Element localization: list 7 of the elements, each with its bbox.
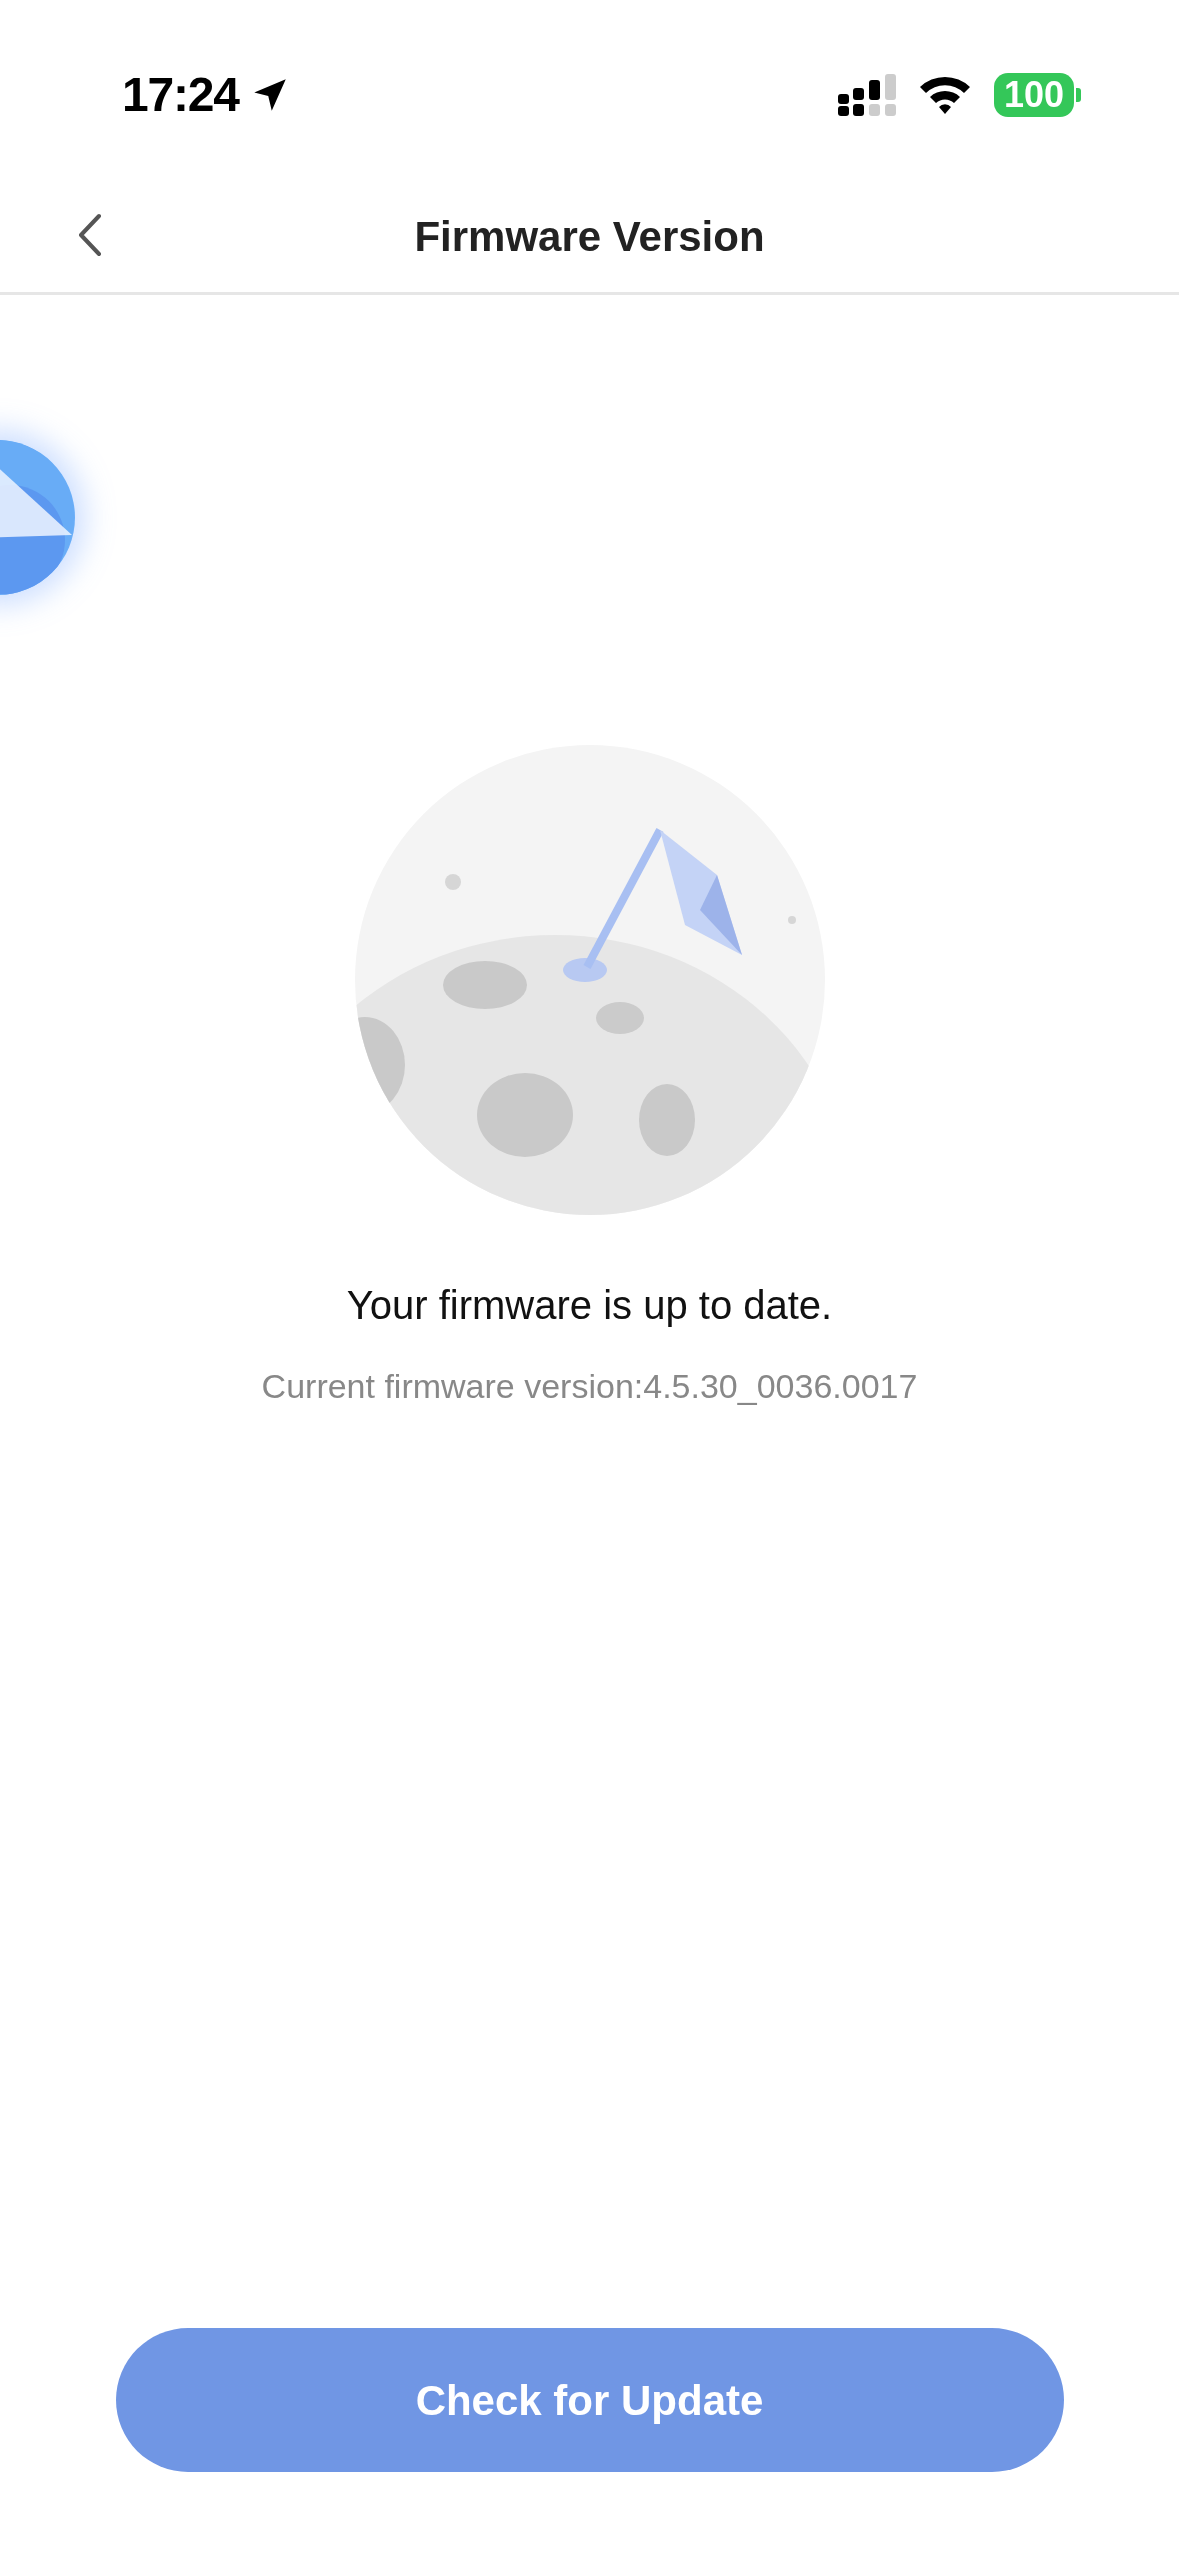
page-title: Firmware Version (414, 211, 765, 262)
check-update-button[interactable]: Check for Update (115, 2328, 1064, 2472)
status-message: Your firmware is up to date. (346, 1282, 833, 1329)
back-icon (77, 213, 103, 257)
status-time: 17:24 (122, 67, 239, 123)
signal-icon (837, 74, 896, 116)
firmware-version-text: Current firmware version:4.5.30_0036.0017 (261, 1366, 918, 1407)
